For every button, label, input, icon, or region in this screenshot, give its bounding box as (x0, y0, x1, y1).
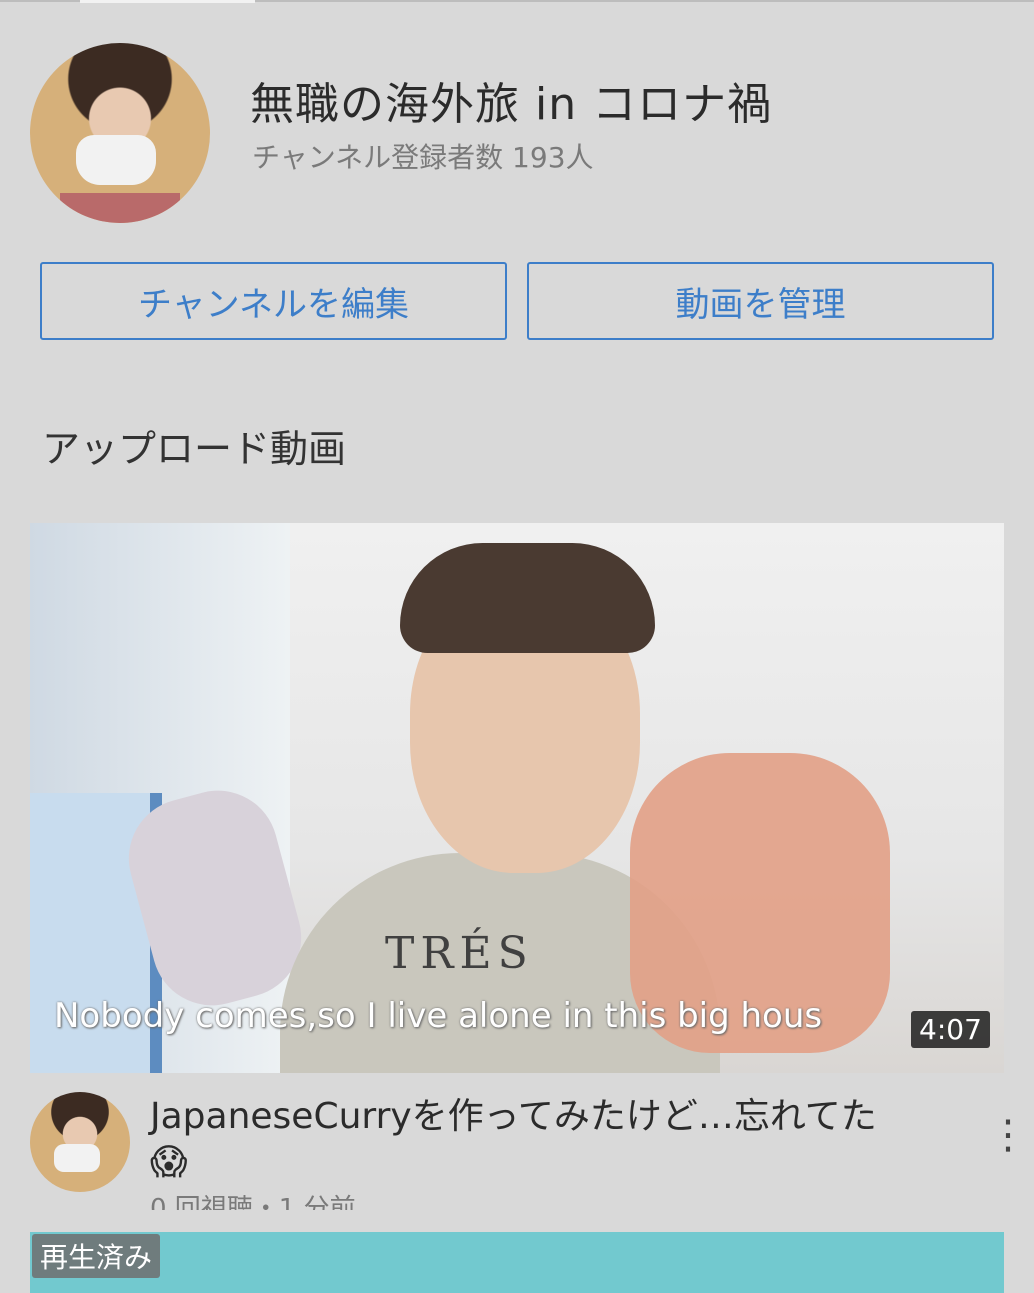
avatar-scarf (60, 193, 180, 223)
subscriber-count: チャンネル登録者数 193人 (252, 141, 594, 174)
hoodie-print: TRÉS (385, 928, 534, 979)
video-duration-badge: 4:07 (911, 1011, 990, 1048)
channel-title: 無職の海外旅 in コロナ禍 (250, 79, 773, 130)
thumbnail-caption: Nobody comes,so I live alone in this big… (54, 996, 823, 1036)
thumb-hair (400, 543, 655, 653)
watched-badge: 再生済み (32, 1234, 161, 1278)
video-meta: 0 回視聴・1 分前 (150, 1194, 356, 1210)
avatar-mask (76, 135, 156, 185)
scream-emoji: 😱 (150, 1142, 188, 1183)
video-title-text: JapaneseCurryを作ってみたけど…忘れてた (150, 1096, 877, 1137)
tab-bar-underline (0, 0, 1034, 3)
manage-videos-button[interactable]: 動画を管理 (527, 262, 994, 340)
video-title[interactable]: JapaneseCurryを作ってみたけど…忘れてた 😱 (150, 1094, 940, 1186)
channel-avatar[interactable] (30, 43, 210, 223)
video-channel-avatar[interactable] (30, 1092, 130, 1192)
avatar-mask (54, 1144, 100, 1172)
edit-channel-button[interactable]: チャンネルを編集 (40, 262, 507, 340)
uploads-section-title: アップロード動画 (42, 427, 347, 471)
video-thumbnail[interactable]: TRÉS Nobody comes,so I live alone in thi… (30, 523, 1004, 1073)
next-video-thumbnail[interactable] (30, 1232, 1004, 1293)
more-vert-icon[interactable]: ⋮ (988, 1112, 1028, 1158)
active-tab-indicator (80, 0, 255, 3)
